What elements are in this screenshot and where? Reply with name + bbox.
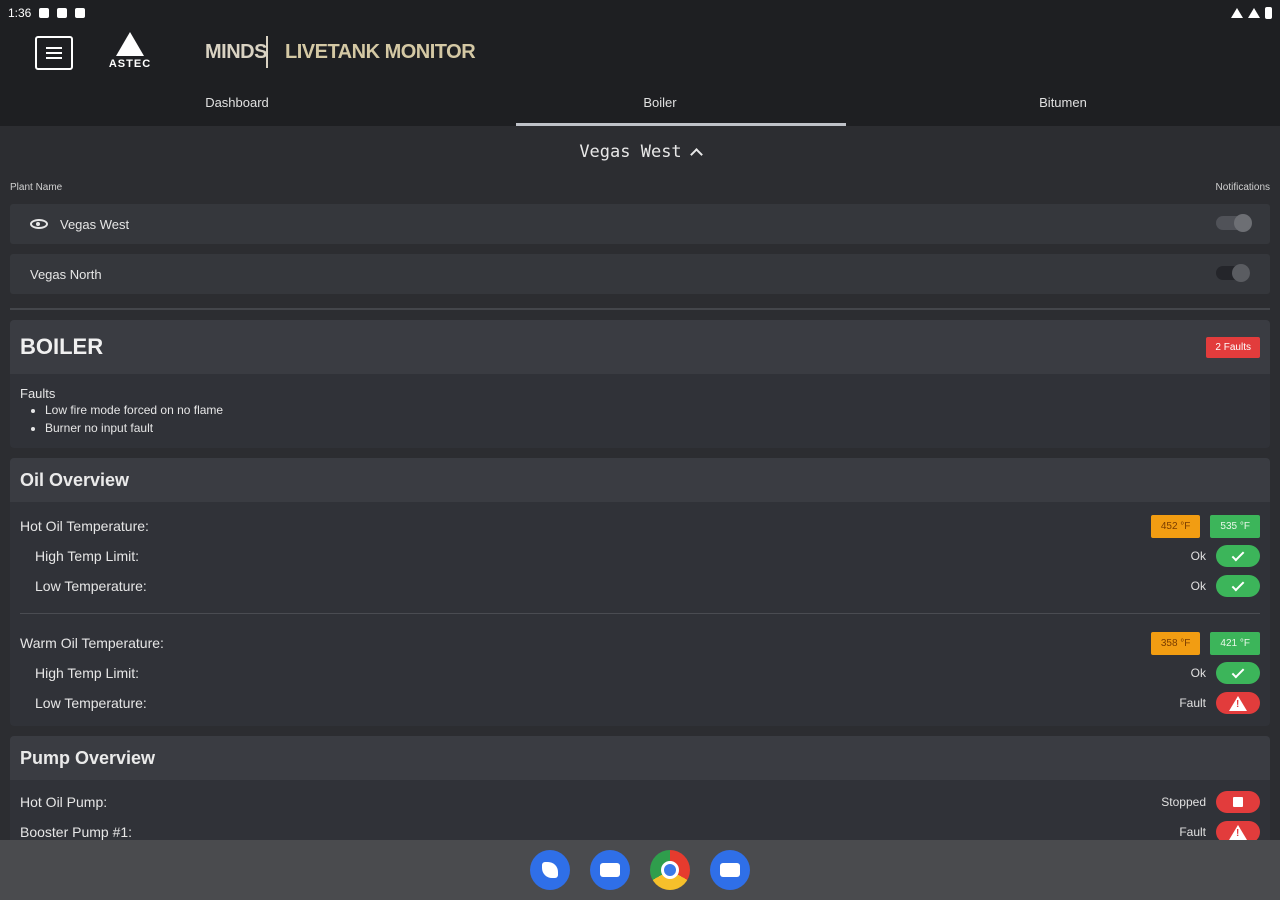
- selected-plant: Vegas West: [579, 142, 682, 162]
- low-temperature-label: Low Temperature:: [35, 695, 147, 711]
- app-title-minds: MINDS: [205, 41, 267, 63]
- high-temp-limit-label: High Temp Limit:: [35, 548, 140, 564]
- notifications-toggle[interactable]: [1216, 264, 1250, 282]
- fault-status-pill: [1216, 821, 1260, 840]
- shield-icon: [57, 8, 68, 18]
- warm-oil-current-temp: 358 °F: [1150, 631, 1201, 655]
- tab-bitumen[interactable]: Bitumen: [846, 86, 1280, 126]
- camera-icon[interactable]: [710, 850, 750, 890]
- plant-name: Vegas West: [60, 216, 130, 232]
- check-icon: [1231, 578, 1245, 591]
- stop-icon: [1233, 797, 1243, 807]
- plant-row-vegas-north[interactable]: Vegas North: [10, 254, 1270, 294]
- hot-oil-low-temp-row: Low Temperature: Ok: [20, 571, 1260, 601]
- plant-selector[interactable]: Vegas West: [0, 142, 1280, 162]
- menu-button[interactable]: [35, 36, 73, 70]
- status-text: Ok: [1190, 579, 1206, 593]
- faults-list: Low fire mode forced on no flame Burner …: [45, 401, 1260, 437]
- status-text: Ok: [1190, 666, 1206, 680]
- hot-oil-temp-label: Hot Oil Temperature:: [20, 518, 149, 534]
- eye-icon: [30, 219, 48, 229]
- status-text: Fault: [1179, 825, 1206, 839]
- pump-overview-title: Pump Overview: [20, 747, 156, 768]
- hot-oil-high-limit-row: High Temp Limit: Ok: [20, 541, 1260, 571]
- stopped-status-pill: [1216, 791, 1260, 813]
- pump-overview-header: Pump Overview: [10, 736, 1270, 780]
- status-text: Ok: [1190, 549, 1206, 563]
- fault-status-pill: [1216, 692, 1260, 714]
- status-text: Fault: [1179, 696, 1206, 710]
- oil-divider: [20, 613, 1260, 614]
- warm-oil-temp-label: Warm Oil Temperature:: [20, 635, 164, 651]
- chrome-icon[interactable]: [650, 850, 690, 890]
- oil-overview-card: Oil Overview Hot Oil Temperature: 452 °F…: [10, 458, 1270, 726]
- ok-status-pill: [1216, 662, 1260, 684]
- fault-count-badge[interactable]: 2 Faults: [1206, 336, 1260, 358]
- warm-oil-temp-row: Warm Oil Temperature: 358 °F 421 °F: [20, 628, 1260, 658]
- signal-icon: [1248, 8, 1260, 18]
- status-time: 1:36: [8, 6, 32, 20]
- fault-item: Low fire mode forced on no flame: [45, 401, 1260, 419]
- brand-label: ASTEC: [108, 58, 152, 70]
- faults-label: Faults: [20, 386, 56, 401]
- boiler-title: BOILER: [20, 334, 104, 359]
- tab-bar: Dashboard Boiler Bitumen: [0, 86, 1280, 126]
- faults-section: Faults Low fire mode forced on no flame …: [10, 374, 1270, 437]
- plant-name-header: Plant Name: [10, 182, 63, 193]
- warning-icon: [1229, 824, 1247, 840]
- warm-oil-high-limit-row: High Temp Limit: Ok: [20, 658, 1260, 688]
- tab-dashboard[interactable]: Dashboard: [0, 86, 474, 126]
- notification-icon: [39, 8, 50, 18]
- title-divider: [266, 36, 268, 68]
- booster-pump-row: Booster Pump #1: Fault: [20, 817, 1260, 840]
- boiler-card: BOILER 2 Faults Faults Low fire mode for…: [10, 320, 1270, 448]
- ok-status-pill: [1216, 545, 1260, 567]
- battery-icon: [1265, 7, 1272, 19]
- fault-item: Burner no input fault: [45, 419, 1260, 437]
- oil-overview-title: Oil Overview: [20, 469, 130, 490]
- oil-overview-header: Oil Overview: [10, 458, 1270, 502]
- low-temperature-label: Low Temperature:: [35, 578, 147, 594]
- wifi-icon: [1231, 8, 1243, 18]
- hot-oil-setpoint-temp: 535 °F: [1210, 514, 1260, 538]
- ok-status-pill: [1216, 575, 1260, 597]
- notifications-toggle[interactable]: [1216, 214, 1252, 232]
- warm-oil-low-temp-row: Low Temperature: Fault: [20, 688, 1260, 718]
- astec-logo: ASTEC: [98, 32, 162, 74]
- status-text: Stopped: [1161, 795, 1206, 809]
- notifications-header: Notifications: [1215, 182, 1270, 193]
- clipboard-icon: [75, 8, 86, 18]
- app-title-livetank: LIVETANK MONITOR: [285, 41, 476, 63]
- warning-icon: [1229, 695, 1247, 711]
- high-temp-limit-label: High Temp Limit:: [35, 665, 140, 681]
- pump-label: Hot Oil Pump:: [20, 794, 108, 810]
- main-content: Vegas West Plant Name Notifications Vega…: [0, 126, 1280, 840]
- section-divider: [10, 308, 1270, 310]
- hot-oil-temp-row: Hot Oil Temperature: 452 °F 535 °F: [20, 511, 1260, 541]
- warm-oil-setpoint-temp: 421 °F: [1210, 631, 1260, 655]
- hot-oil-pump-row: Hot Oil Pump: Stopped: [20, 787, 1260, 817]
- check-icon: [1231, 548, 1245, 561]
- android-nav-bar: [0, 840, 1280, 900]
- check-icon: [1231, 665, 1245, 678]
- plant-name: Vegas North: [30, 266, 102, 282]
- app-header: ASTEC MINDS LIVETANK MONITOR Dashboard B…: [0, 26, 1280, 126]
- pump-label: Booster Pump #1:: [20, 824, 133, 840]
- hot-oil-current-temp: 452 °F: [1150, 514, 1201, 538]
- tab-boiler[interactable]: Boiler: [474, 86, 846, 126]
- plant-row-vegas-west[interactable]: Vegas West: [10, 204, 1270, 244]
- chevron-up-icon: [689, 148, 703, 161]
- boiler-header: BOILER 2 Faults: [10, 320, 1270, 374]
- messages-icon[interactable]: [590, 850, 630, 890]
- pump-overview-card: Pump Overview Hot Oil Pump: Stopped Boos…: [10, 736, 1270, 840]
- phone-icon[interactable]: [530, 850, 570, 890]
- status-bar: 1:36: [0, 0, 1280, 26]
